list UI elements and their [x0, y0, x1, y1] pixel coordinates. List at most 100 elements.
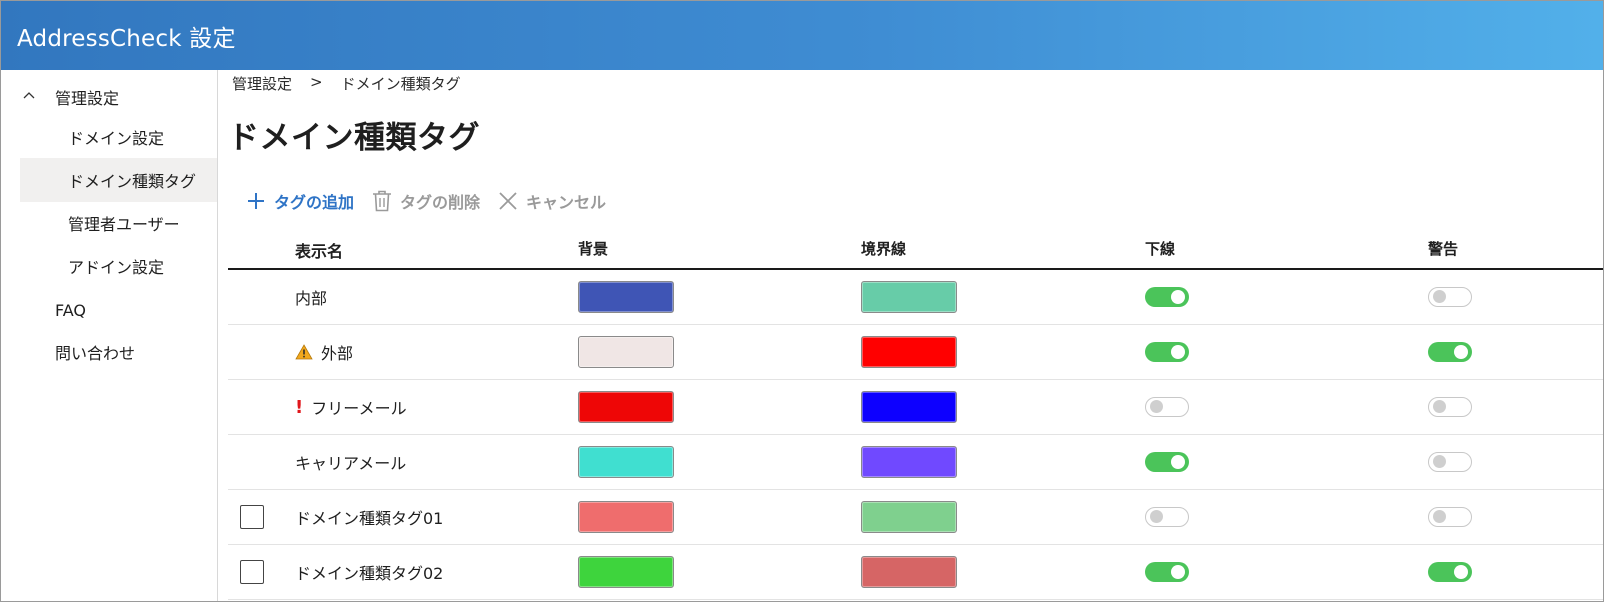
background-color-cell: [578, 325, 674, 379]
table-header: 表示名 背景 境界線 下線 警告: [228, 228, 1603, 270]
column-header-border[interactable]: 境界線: [861, 238, 906, 259]
breadcrumb-current: ドメイン種類タグ: [340, 75, 461, 93]
table-row[interactable]: キャリアメール: [228, 435, 1603, 490]
warning-toggle[interactable]: [1428, 342, 1472, 362]
warning-toggle[interactable]: [1428, 562, 1472, 582]
sidebar: 管理設定 ドメイン設定 ドメイン種類タグ 管理者ユーザー アドイン設定 FAQ …: [1, 70, 218, 601]
background-color-swatch[interactable]: [578, 336, 674, 368]
trash-icon: [373, 190, 392, 212]
border-color-swatch[interactable]: [861, 391, 957, 423]
add-tag-label: タグの追加: [274, 193, 355, 212]
row-checkbox[interactable]: [240, 505, 264, 529]
add-tag-button[interactable]: タグの追加: [246, 189, 354, 213]
warning-icon: [295, 344, 313, 360]
table-row[interactable]: 外部: [228, 325, 1603, 380]
sidebar-item-faq[interactable]: FAQ: [20, 288, 217, 332]
warning-toggle[interactable]: [1428, 397, 1472, 417]
border-color-cell: [861, 325, 957, 379]
tag-name: ドメイン種類タグ02: [295, 564, 444, 583]
sidebar-item-domain-type-tags[interactable]: ドメイン種類タグ: [20, 158, 217, 202]
sidebar-item-contact[interactable]: 問い合わせ: [20, 330, 217, 374]
underline-cell: [1145, 435, 1189, 489]
cancel-button[interactable]: キャンセル: [498, 189, 606, 213]
app-window: AddressCheck 設定 管理設定 ドメイン設定 ドメイン種類タグ 管理者…: [0, 0, 1604, 602]
warning-cell: [1428, 270, 1472, 324]
tag-name: 外部: [321, 344, 354, 363]
background-color-cell: [578, 270, 674, 324]
border-color-swatch[interactable]: [861, 556, 957, 588]
toggle-knob: [1433, 290, 1446, 303]
breadcrumb: 管理設定 > ドメイン種類タグ: [232, 73, 461, 94]
toggle-knob: [1171, 455, 1185, 469]
page-title: ドメイン種類タグ: [228, 120, 480, 156]
underline-toggle[interactable]: [1145, 562, 1189, 582]
delete-tag-button[interactable]: タグの削除: [372, 189, 480, 213]
sidebar-item-label: ドメイン種類タグ: [68, 172, 197, 191]
background-color-swatch[interactable]: [578, 391, 674, 423]
toggle-knob: [1433, 510, 1446, 523]
underline-toggle[interactable]: [1145, 397, 1189, 417]
delete-tag-label: タグの削除: [400, 193, 481, 212]
tag-name-cell: ! フリーメール: [295, 380, 407, 434]
chevron-up-icon: [23, 92, 35, 99]
table-row[interactable]: ドメイン種類タグ01: [228, 490, 1603, 545]
border-color-swatch[interactable]: [861, 281, 957, 313]
background-color-swatch[interactable]: [578, 446, 674, 478]
table-row[interactable]: 内部: [228, 270, 1603, 325]
column-header-warning[interactable]: 警告: [1428, 238, 1458, 259]
toggle-knob: [1454, 345, 1468, 359]
sidebar-item-label: 管理者ユーザー: [68, 215, 180, 234]
underline-cell: [1145, 490, 1189, 544]
column-header-name[interactable]: 表示名: [295, 238, 343, 262]
underline-toggle[interactable]: [1145, 287, 1189, 307]
row-checkbox[interactable]: [240, 560, 264, 584]
sidebar-item-label: FAQ: [55, 300, 86, 320]
warning-cell: [1428, 490, 1472, 544]
border-color-swatch[interactable]: [861, 336, 957, 368]
border-color-cell: [861, 490, 957, 544]
column-header-background[interactable]: 背景: [578, 238, 608, 259]
underline-cell: [1145, 325, 1189, 379]
background-color-swatch[interactable]: [578, 501, 674, 533]
background-color-swatch[interactable]: [578, 281, 674, 313]
toggle-knob: [1433, 455, 1446, 468]
table-row[interactable]: ! フリーメール: [228, 380, 1603, 435]
underline-toggle[interactable]: [1145, 507, 1189, 527]
close-icon: [499, 192, 517, 210]
warning-toggle[interactable]: [1428, 507, 1472, 527]
toggle-knob: [1454, 565, 1468, 579]
underline-toggle[interactable]: [1145, 452, 1189, 472]
breadcrumb-parent[interactable]: 管理設定: [232, 73, 292, 94]
sidebar-item-addin-settings[interactable]: アドイン設定: [20, 244, 217, 288]
toggle-knob: [1433, 400, 1446, 413]
sidebar-group-admin-settings[interactable]: 管理設定: [1, 80, 217, 114]
sidebar-item-domain-settings[interactable]: ドメイン設定: [20, 115, 217, 159]
sidebar-item-admin-users[interactable]: 管理者ユーザー: [20, 201, 217, 245]
toggle-knob: [1150, 510, 1163, 523]
tag-name-cell: ドメイン種類タグ01: [295, 490, 443, 544]
tag-name-cell: 内部: [295, 270, 327, 324]
column-header-underline[interactable]: 下線: [1145, 238, 1175, 259]
tag-name-cell: ドメイン種類タグ02: [295, 545, 443, 599]
app-header: AddressCheck 設定: [1, 1, 1603, 70]
toolbar: タグの追加 タグの削除 キャンセル: [246, 189, 624, 213]
border-color-cell: [861, 270, 957, 324]
toggle-knob: [1171, 290, 1185, 304]
underline-toggle[interactable]: [1145, 342, 1189, 362]
warning-toggle[interactable]: [1428, 452, 1472, 472]
tag-name: 内部: [295, 289, 328, 308]
border-color-swatch[interactable]: [861, 446, 957, 478]
warning-cell: [1428, 380, 1472, 434]
tag-name: キャリアメール: [295, 454, 407, 473]
border-color-swatch[interactable]: [861, 501, 957, 533]
toggle-knob: [1171, 565, 1185, 579]
table-row[interactable]: ドメイン種類タグ02: [228, 545, 1603, 600]
border-color-cell: [861, 545, 957, 599]
app-title: AddressCheck 設定: [17, 25, 236, 52]
warning-toggle[interactable]: [1428, 287, 1472, 307]
row-select-cell: [240, 490, 264, 544]
background-color-swatch[interactable]: [578, 556, 674, 588]
border-color-cell: [861, 380, 957, 434]
toggle-knob: [1150, 400, 1163, 413]
warning-cell: [1428, 325, 1472, 379]
